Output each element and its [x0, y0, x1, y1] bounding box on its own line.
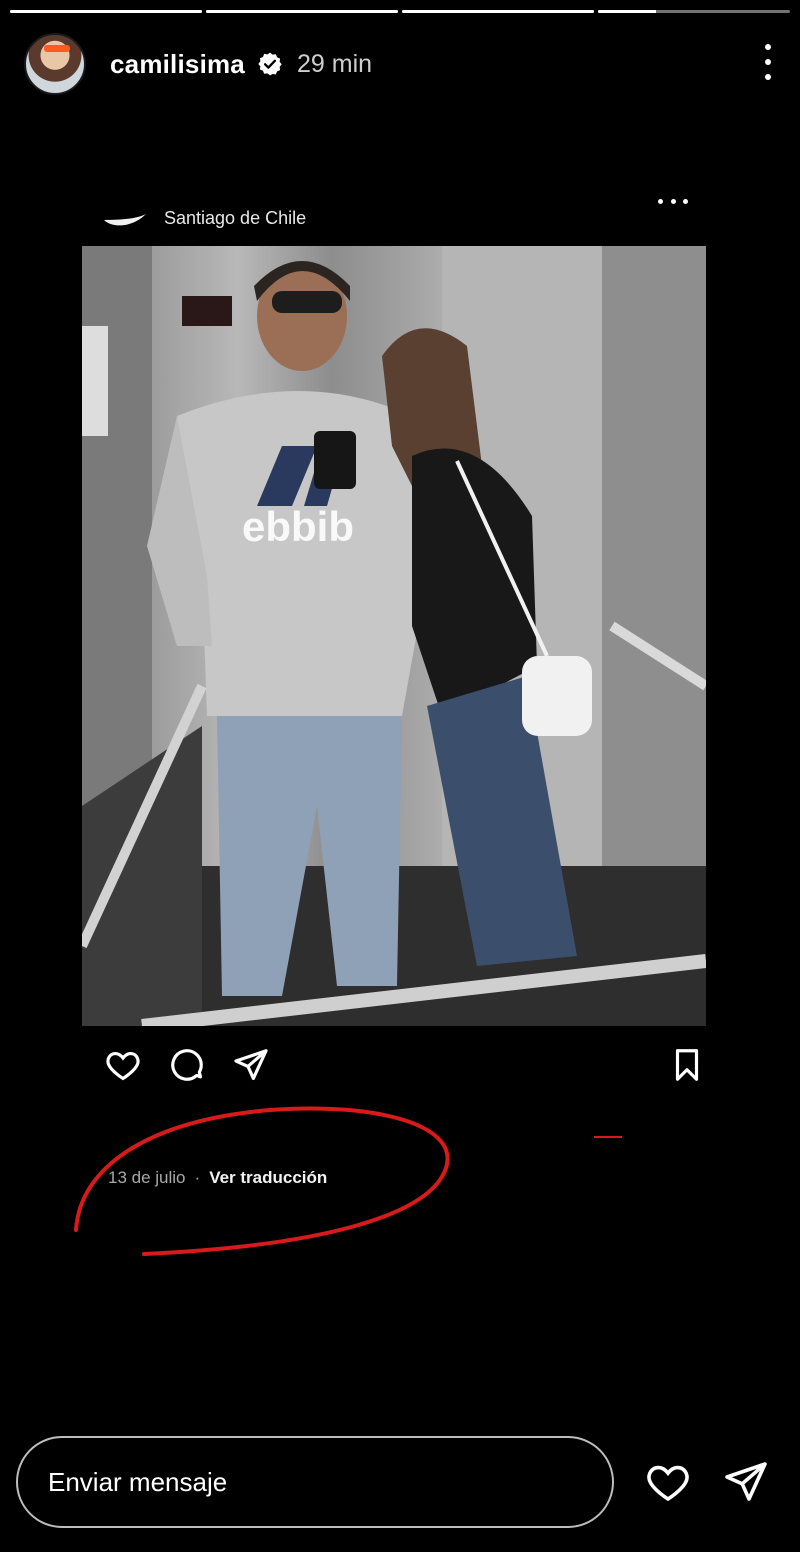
- avatar[interactable]: [24, 33, 86, 95]
- story-timestamp: 29 min: [296, 49, 373, 78]
- red-annotation-mark: [594, 1136, 622, 1138]
- progress-segment-1: [10, 10, 202, 13]
- send-icon[interactable]: [722, 1458, 770, 1506]
- comment-icon[interactable]: [168, 1046, 206, 1084]
- message-input[interactable]: Enviar mensaje: [16, 1436, 614, 1528]
- elevator-selfie-illustration: ebbib: [82, 246, 706, 1026]
- message-placeholder: Enviar mensaje: [48, 1466, 228, 1497]
- post-date: 13 de julio: [108, 1168, 186, 1187]
- post-more-icon[interactable]: [658, 196, 688, 206]
- post-avatar-icon: [104, 214, 146, 226]
- bookmark-icon[interactable]: [668, 1046, 706, 1084]
- meta-separator: ·: [194, 1168, 201, 1187]
- svg-text:ebbib: ebbib: [242, 503, 354, 550]
- see-translation-link[interactable]: Ver traducción: [209, 1168, 327, 1188]
- heart-icon[interactable]: [104, 1046, 142, 1084]
- story-progress-bar: [10, 10, 790, 14]
- progress-segment-2: [206, 10, 398, 13]
- post-actions: [104, 1046, 706, 1086]
- more-options-icon[interactable]: [760, 44, 776, 80]
- post-location[interactable]: Santiago de Chile: [164, 208, 306, 229]
- username[interactable]: camilisima: [110, 49, 245, 80]
- progress-segment-3: [402, 10, 594, 13]
- verified-badge-icon: [258, 52, 282, 76]
- progress-segment-4: [598, 10, 790, 13]
- post-meta: 13 de julio · Ver traducción: [108, 1168, 327, 1188]
- story-header: camilisima 29 min: [24, 32, 776, 96]
- like-story-heart-icon[interactable]: [644, 1458, 692, 1506]
- post-header: Santiago de Chile: [102, 196, 688, 240]
- share-icon[interactable]: [232, 1046, 270, 1084]
- post-photo[interactable]: ebbib: [82, 246, 706, 1026]
